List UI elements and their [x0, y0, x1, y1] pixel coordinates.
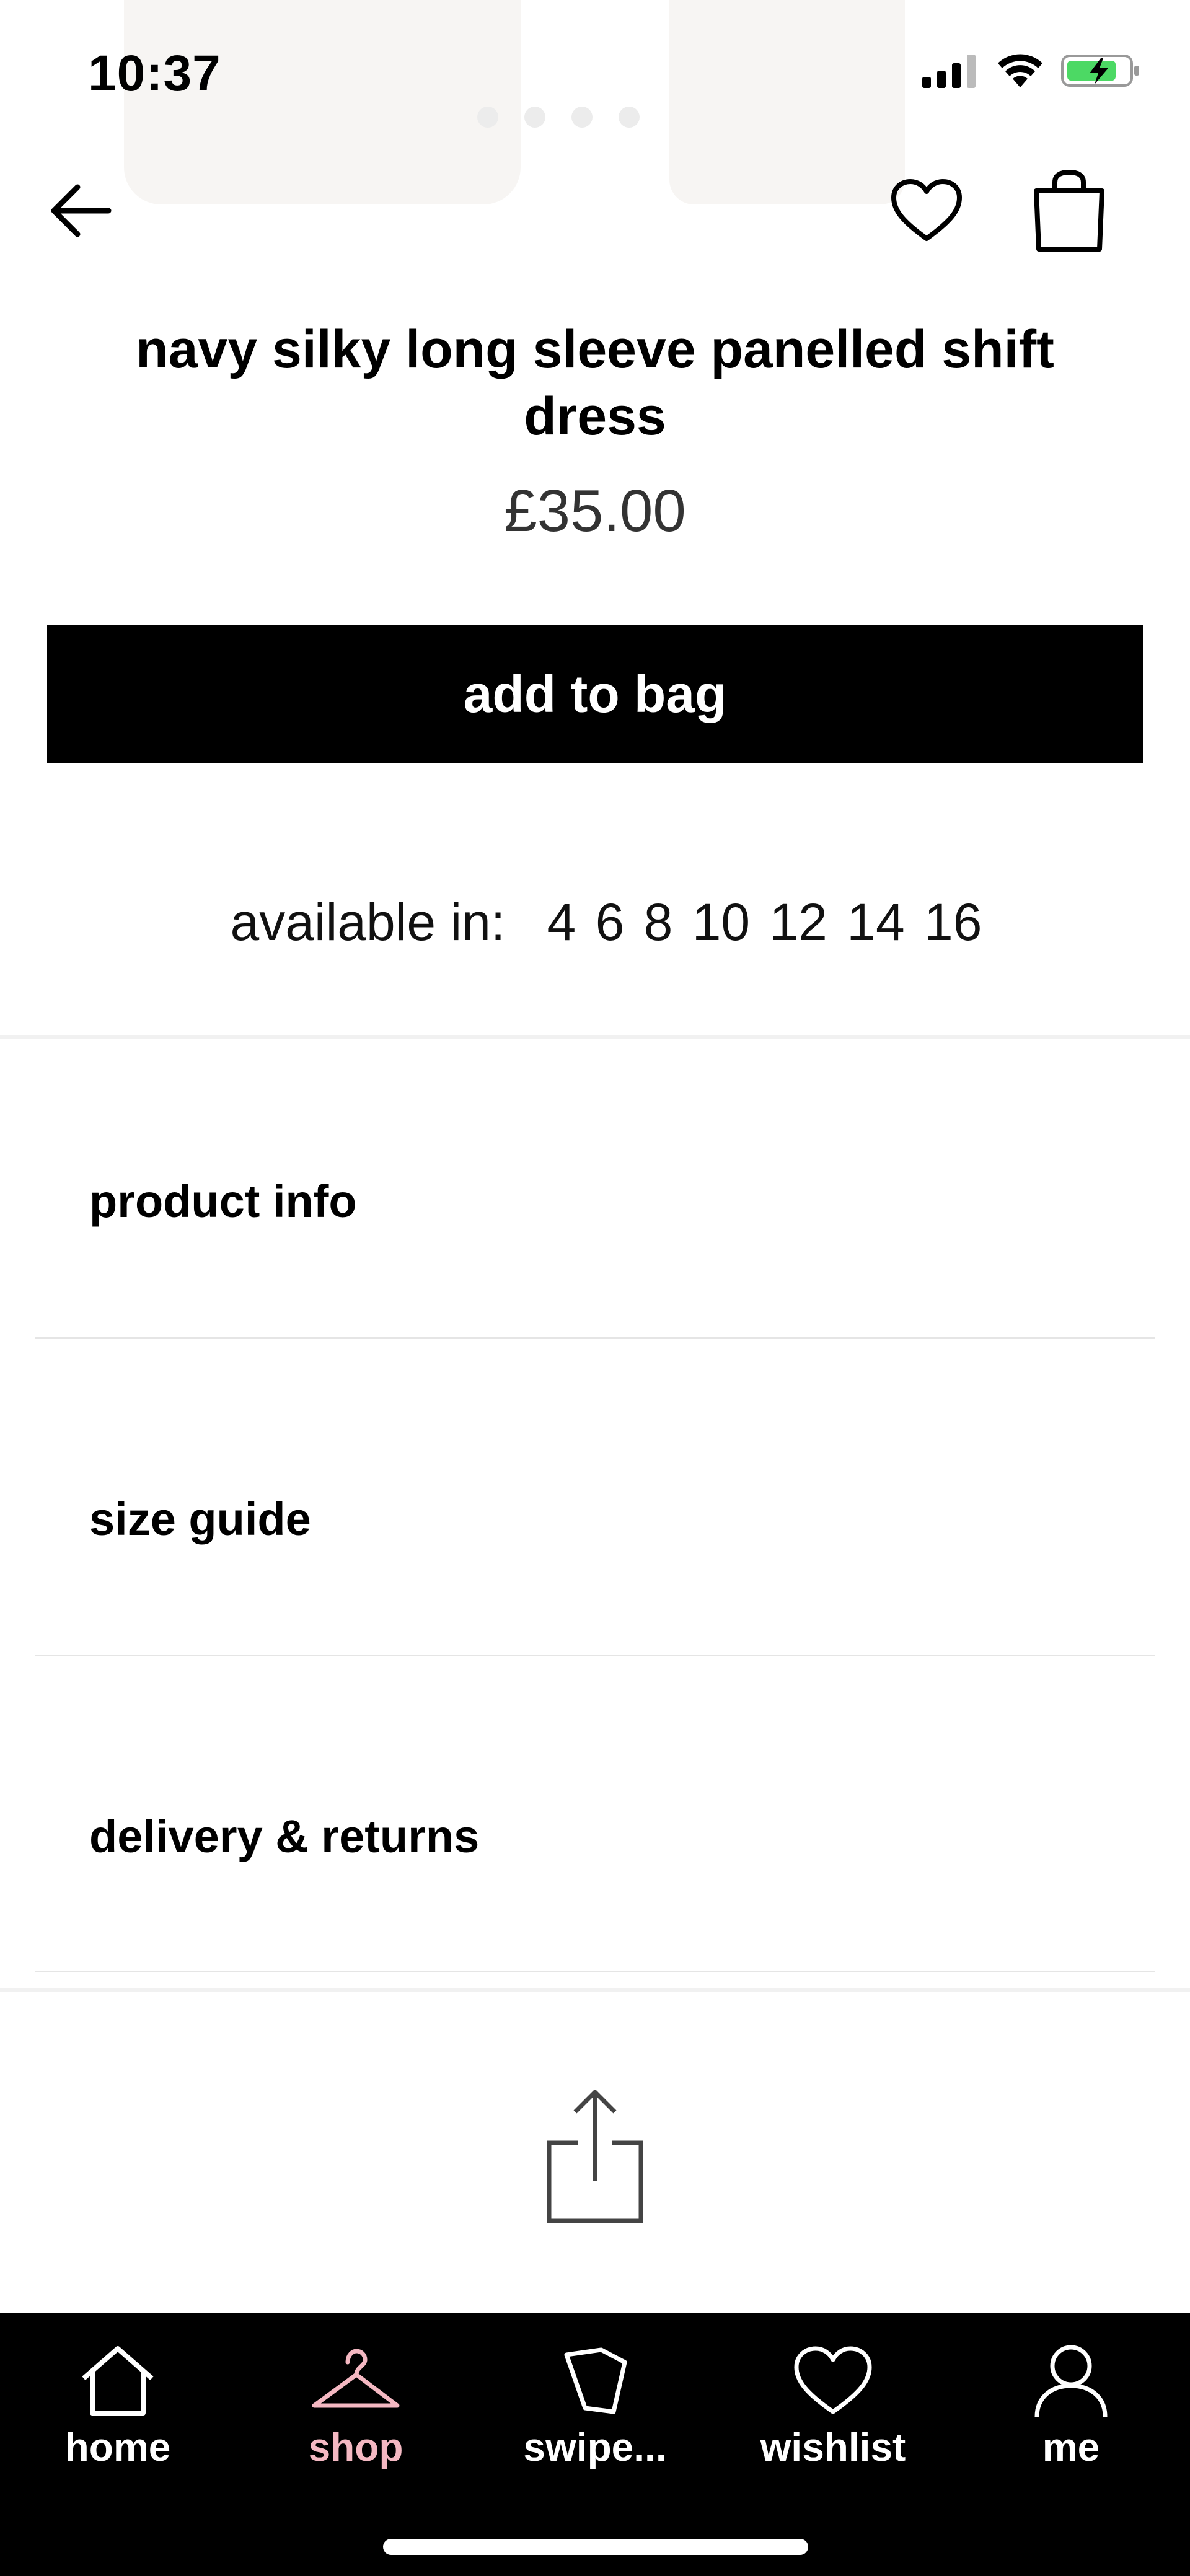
tab-wishlist[interactable]: wishlist [740, 2337, 926, 2474]
accordion-label: size guide [89, 1493, 311, 1545]
heart-icon [891, 179, 962, 241]
bag-button[interactable] [1023, 164, 1116, 257]
size-option[interactable]: 6 [596, 893, 625, 951]
tab-label: me [1042, 2425, 1100, 2469]
status-bar: 10:37 [0, 0, 1190, 143]
tab-bar: home shop swipe... wishlist me [0, 2313, 1190, 2576]
accordion-size-guide[interactable]: size guide [35, 1361, 1155, 1677]
accordion-delivery-returns[interactable]: delivery & returns [35, 1678, 1155, 1994]
divider [35, 1971, 1155, 1972]
size-option[interactable]: 4 [547, 893, 576, 951]
battery-icon [1061, 55, 1139, 87]
size-option[interactable]: 8 [644, 893, 673, 951]
product-price: £35.00 [504, 478, 686, 544]
wishlist-button[interactable] [883, 170, 970, 251]
wifi-icon [998, 54, 1042, 87]
section-divider [0, 1035, 1190, 1039]
home-indicator[interactable] [383, 2539, 808, 2555]
hanger-icon [312, 2349, 400, 2408]
accordion-label: delivery & returns [89, 1810, 480, 1862]
tab-label: wishlist [760, 2425, 906, 2469]
tab-swipe[interactable]: swipe... [502, 2337, 688, 2474]
available-label: available in: [230, 893, 506, 951]
section-divider [0, 1988, 1190, 1992]
tab-me[interactable]: me [978, 2337, 1164, 2474]
status-icons [922, 52, 1142, 89]
share-icon [547, 2090, 643, 2223]
share-button[interactable] [539, 2085, 651, 2228]
back-button[interactable] [43, 174, 118, 248]
share-section [0, 1995, 1190, 2313]
tab-label: swipe... [523, 2425, 667, 2469]
add-to-bag-button[interactable]: add to bag [47, 625, 1143, 763]
accordion-product-info[interactable]: product info [35, 1043, 1155, 1359]
shopping-bag-icon [1034, 170, 1104, 252]
tab-home[interactable]: home [25, 2337, 211, 2474]
divider [35, 1337, 1155, 1339]
top-nav [0, 155, 1190, 266]
divider [35, 1655, 1155, 1656]
product-title: navy silky long sleeve panelled shift dr… [136, 320, 1054, 446]
status-time: 10:37 [88, 45, 221, 102]
tab-shop[interactable]: shop [263, 2337, 449, 2474]
heart-icon [794, 2346, 872, 2414]
available-sizes: available in: 4 6 8 10 12 14 16 [0, 892, 1190, 952]
size-option[interactable]: 16 [924, 893, 982, 951]
tab-label: shop [308, 2425, 403, 2469]
signal-icon [922, 55, 976, 88]
arrow-left-icon [51, 184, 112, 237]
cards-icon [564, 2347, 627, 2414]
size-option[interactable]: 10 [692, 893, 750, 951]
accordion-label: product info [89, 1175, 357, 1227]
user-icon [1034, 2345, 1108, 2417]
tab-label: home [64, 2425, 171, 2469]
home-icon [82, 2346, 154, 2416]
size-option[interactable]: 12 [769, 893, 827, 951]
size-option[interactable]: 14 [847, 893, 904, 951]
